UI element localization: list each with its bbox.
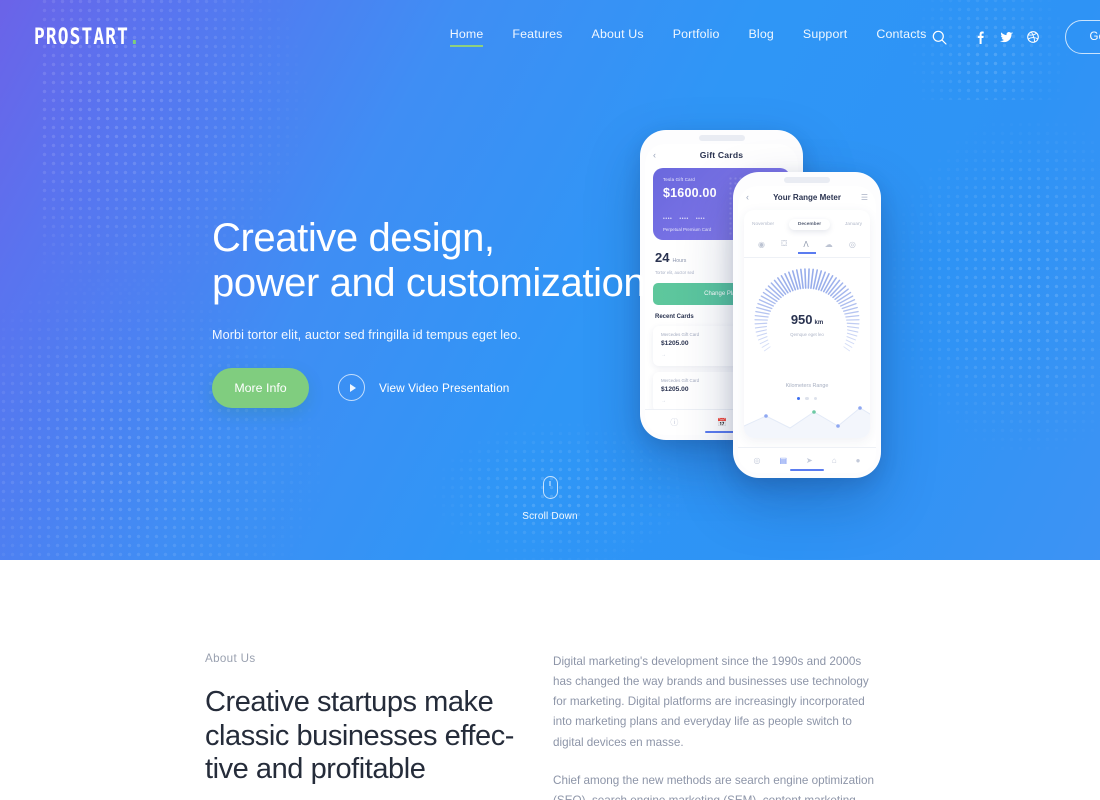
navigate-icon[interactable]: ➤ bbox=[806, 456, 813, 465]
phone-notch bbox=[784, 177, 830, 183]
main-navigation: Home Features About Us Portfolio Blog Su… bbox=[449, 27, 927, 47]
card-digit-group-3: •••• bbox=[695, 216, 706, 222]
scroll-down-label: Scroll Down bbox=[522, 511, 578, 522]
range-meter-header: ‹ Your Range Meter ☰ bbox=[738, 186, 876, 208]
scroll-down-button[interactable]: Scroll Down bbox=[0, 476, 1100, 522]
about-left-column: About Us Creative startups make classic … bbox=[205, 652, 535, 800]
play-icon bbox=[338, 374, 365, 402]
month-november[interactable]: November bbox=[752, 222, 774, 227]
about-eyebrow: About Us bbox=[205, 652, 256, 665]
nav-item-portfolio[interactable]: Portfolio bbox=[673, 27, 720, 47]
hero-actions: More Info View Video Presentation bbox=[212, 367, 672, 408]
hero-title: Creative design, power and customization bbox=[212, 216, 646, 305]
range-mini-chart bbox=[744, 406, 870, 438]
video-label: View Video Presentation bbox=[379, 380, 510, 395]
dashboard-icon[interactable]: ◎ bbox=[754, 456, 761, 465]
phone-mockup-range-meter: ‹ Your Range Meter ☰ November December J… bbox=[733, 172, 881, 478]
active-tab-indicator bbox=[790, 469, 824, 471]
header-actions: Get Started bbox=[926, 20, 1100, 54]
facebook-icon[interactable] bbox=[974, 30, 987, 44]
gift-cards-title: Gift Cards bbox=[699, 150, 744, 160]
twitter-icon[interactable] bbox=[1000, 30, 1014, 44]
social-links bbox=[974, 30, 1039, 44]
hero-subtitle: Morbi tortor elit, auctor sed fringilla … bbox=[212, 327, 521, 342]
about-heading: Creative startups make classic businesse… bbox=[205, 686, 514, 786]
gauge-unit: km bbox=[814, 320, 824, 326]
site-header: PROSTART. Home Features About Us Portfol… bbox=[0, 0, 1100, 74]
nav-item-contacts[interactable]: Contacts bbox=[876, 27, 926, 47]
logo-dot: . bbox=[129, 24, 141, 50]
hero-section: PROSTART. Home Features About Us Portfol… bbox=[0, 0, 1100, 560]
hero-content: Creative design, power and customization… bbox=[212, 216, 672, 408]
range-meter-tabbar: ◎ ▤ ➤ ⌂ ● bbox=[738, 447, 876, 473]
about-paragraph-1: Digital marketing's development since th… bbox=[553, 655, 869, 749]
road-icon[interactable]: Λ bbox=[798, 240, 816, 254]
gauge-subtext: Qemque eget leo bbox=[790, 332, 824, 337]
search-icon[interactable] bbox=[926, 24, 952, 50]
nav-item-about-us[interactable]: About Us bbox=[592, 27, 644, 47]
gift-cards-header: ‹ Gift Cards bbox=[645, 144, 798, 166]
calendar-icon[interactable]: ▤ bbox=[779, 456, 787, 465]
nav-item-home[interactable]: Home bbox=[449, 27, 484, 47]
dribbble-icon[interactable] bbox=[1026, 30, 1039, 44]
clock-icon[interactable]: ◉ bbox=[758, 240, 765, 249]
view-video-presentation-button[interactable]: View Video Presentation bbox=[338, 374, 510, 402]
logo[interactable]: PROSTART. bbox=[34, 24, 141, 50]
nav-item-blog[interactable]: Blog bbox=[749, 27, 774, 47]
mouse-icon bbox=[542, 476, 558, 499]
hours-unit: Hours bbox=[672, 258, 687, 264]
about-paragraph-2: Chief among the new methods are search e… bbox=[553, 773, 874, 800]
range-meter-title: Your Range Meter bbox=[773, 192, 841, 202]
range-gauge: 950 km Qemque eget leo bbox=[750, 267, 864, 375]
mode-icon-row: ◉ ⛋ Λ ☁ ◎ bbox=[744, 230, 870, 254]
home-icon[interactable]: ⌂ bbox=[832, 456, 837, 465]
nav-item-features[interactable]: Features bbox=[512, 27, 562, 47]
get-started-button[interactable]: Get Started bbox=[1065, 20, 1100, 54]
divider bbox=[744, 257, 870, 258]
about-inner: About Us Creative startups make classic … bbox=[205, 652, 895, 800]
nav-item-support[interactable]: Support bbox=[803, 27, 847, 47]
car-icon[interactable]: ⛋ bbox=[781, 239, 787, 249]
month-december[interactable]: December bbox=[788, 219, 831, 230]
card-digit-group-2: •••• bbox=[679, 216, 689, 222]
logo-text: PROSTART bbox=[34, 24, 130, 50]
gauge-readout: 950 km Qemque eget leo bbox=[750, 311, 864, 337]
phone-notch bbox=[698, 135, 745, 141]
range-meter-card: November December January ◉ ⛋ Λ ☁ ◎ 950 … bbox=[744, 210, 870, 438]
cloud-icon[interactable]: ☁ bbox=[825, 240, 833, 249]
about-right-column: Digital marketing's development since th… bbox=[535, 652, 875, 800]
more-info-button[interactable]: More Info bbox=[212, 367, 309, 408]
gauge-value: 950 bbox=[790, 312, 813, 327]
month-selector: November December January bbox=[744, 210, 870, 230]
globe-icon[interactable]: ● bbox=[856, 456, 861, 465]
info-icon[interactable]: ⓘ bbox=[670, 417, 678, 428]
about-section: About Us Creative startups make classic … bbox=[0, 560, 1100, 800]
calendar-icon[interactable]: 📅 bbox=[717, 418, 727, 427]
settings-icon[interactable]: ◎ bbox=[849, 240, 856, 249]
month-january[interactable]: January bbox=[845, 222, 862, 227]
dot-pattern-right bbox=[890, 120, 1100, 450]
range-meter-screen: ‹ Your Range Meter ☰ November December J… bbox=[738, 186, 876, 473]
